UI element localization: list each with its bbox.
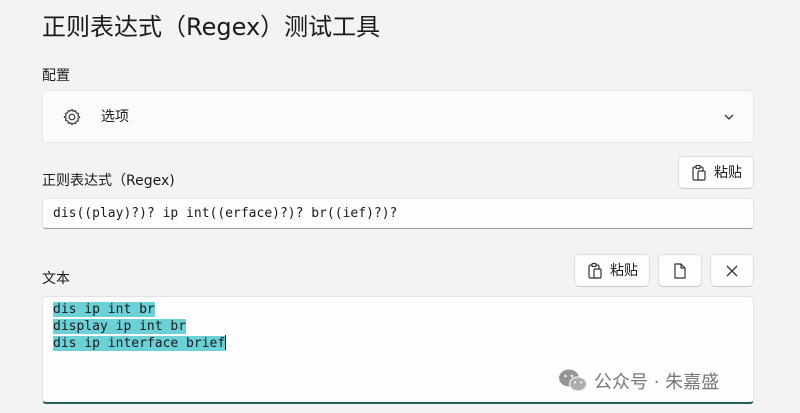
options-label: 选项 <box>101 109 129 125</box>
match-highlight: display ip int br <box>53 318 187 334</box>
document-icon <box>671 262 689 280</box>
chevron-down-icon <box>721 109 737 125</box>
options-expander[interactable]: 选项 <box>42 90 754 143</box>
text-paste-label: 粘贴 <box>610 262 638 279</box>
open-file-button[interactable] <box>658 254 702 287</box>
text-paste-button[interactable]: 粘贴 <box>574 254 650 287</box>
text-line: dis ip int br <box>53 302 743 319</box>
regex-input[interactable]: dis((play)?)? ip int((erface)?)? br((ief… <box>42 198 754 229</box>
clipboard-paste-icon <box>586 262 604 280</box>
watermark: 公众号 · 朱嘉盛 <box>558 366 719 396</box>
page-title: 正则表达式（Regex）测试工具 <box>42 13 381 41</box>
clipboard-paste-icon <box>690 164 708 182</box>
wechat-icon <box>558 368 588 394</box>
regex-paste-label: 粘贴 <box>714 164 742 181</box>
match-highlight: dis ip interface brief <box>53 336 226 351</box>
gear-icon <box>62 107 82 127</box>
match-highlight: dis ip int br <box>53 302 155 317</box>
text-line: display ip int br <box>53 318 743 336</box>
text-caret <box>225 335 227 350</box>
regex-section-label: 正则表达式（Regex) <box>42 173 175 189</box>
config-section-label: 配置 <box>42 68 70 84</box>
clear-text-button[interactable] <box>710 254 754 287</box>
text-section-label: 文本 <box>42 271 70 287</box>
watermark-text: 公众号 · 朱嘉盛 <box>594 372 720 393</box>
regex-paste-button[interactable]: 粘贴 <box>678 156 754 189</box>
close-icon <box>723 262 741 280</box>
text-line: dis ip interface brief <box>53 335 743 353</box>
